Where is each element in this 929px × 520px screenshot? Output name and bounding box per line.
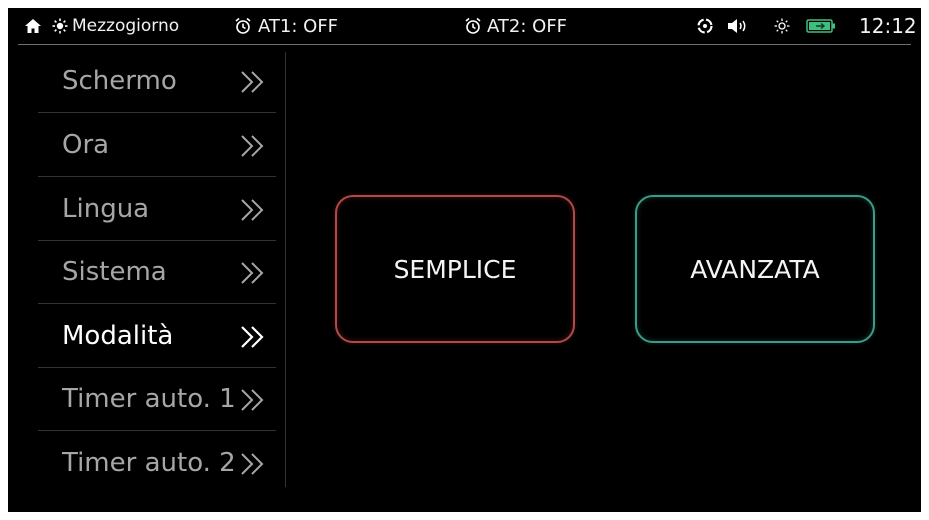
menu-divider xyxy=(38,112,276,113)
weather-label: Mezzogiorno xyxy=(72,16,180,36)
home-icon[interactable] xyxy=(24,8,42,44)
sidebar-item-label: Timer auto. 2 xyxy=(62,448,236,478)
double-chevron-right-icon xyxy=(241,389,264,411)
sidebar-item-lingua[interactable]: Lingua xyxy=(38,178,276,241)
sidebar-item-timer-auto-2[interactable]: Timer auto. 2 xyxy=(38,432,276,495)
sidebar-item-label: Timer auto. 1 xyxy=(62,384,236,414)
sidebar-item-ora[interactable]: Ora xyxy=(38,114,276,177)
menu-divider xyxy=(38,176,276,177)
sidebar-item-label: Modalità xyxy=(62,321,174,351)
device-screen: Mezzogiorno AT1: OFF AT2: OFF 12:12 Sche… xyxy=(8,8,921,512)
brightness-icon xyxy=(774,8,790,44)
fan-icon xyxy=(696,8,714,44)
alarm2-status: AT2: OFF xyxy=(487,15,568,37)
sidebar-item-schermo[interactable]: Schermo xyxy=(38,50,276,113)
alarm-clock-icon xyxy=(464,8,482,44)
simple-mode-label: SEMPLICE xyxy=(393,254,517,284)
clock-time: 12:12 xyxy=(859,14,917,38)
sun-icon xyxy=(52,8,68,44)
alarm-clock-icon xyxy=(234,8,252,44)
menu-divider xyxy=(38,430,276,431)
double-chevron-right-icon xyxy=(241,135,264,157)
double-chevron-right-icon xyxy=(241,453,264,475)
sidebar-item-label: Ora xyxy=(62,130,110,160)
status-bar-separator xyxy=(18,44,911,45)
double-chevron-right-icon xyxy=(241,199,264,221)
advanced-mode-label: AVANZATA xyxy=(690,254,820,284)
sidebar-item-modalita[interactable]: Modalità xyxy=(38,305,276,368)
sidebar-divider xyxy=(285,52,286,487)
menu-divider xyxy=(38,303,276,304)
status-bar: Mezzogiorno AT1: OFF AT2: OFF 12:12 xyxy=(8,8,921,45)
simple-mode-button[interactable]: SEMPLICE xyxy=(335,195,575,343)
alarm1-status: AT1: OFF xyxy=(258,15,339,37)
double-chevron-right-icon xyxy=(241,326,264,348)
sidebar-item-label: Schermo xyxy=(62,66,177,96)
double-chevron-right-icon xyxy=(241,71,264,93)
sidebar-item-sistema[interactable]: Sistema xyxy=(38,241,276,304)
sidebar-item-label: Sistema xyxy=(62,257,167,287)
battery-icon xyxy=(806,8,836,44)
double-chevron-right-icon xyxy=(241,262,264,284)
advanced-mode-button[interactable]: AVANZATA xyxy=(635,195,875,343)
speaker-icon xyxy=(726,8,750,44)
sidebar-item-label: Lingua xyxy=(62,194,150,224)
sidebar-item-timer-auto-1[interactable]: Timer auto. 1 xyxy=(38,368,276,431)
